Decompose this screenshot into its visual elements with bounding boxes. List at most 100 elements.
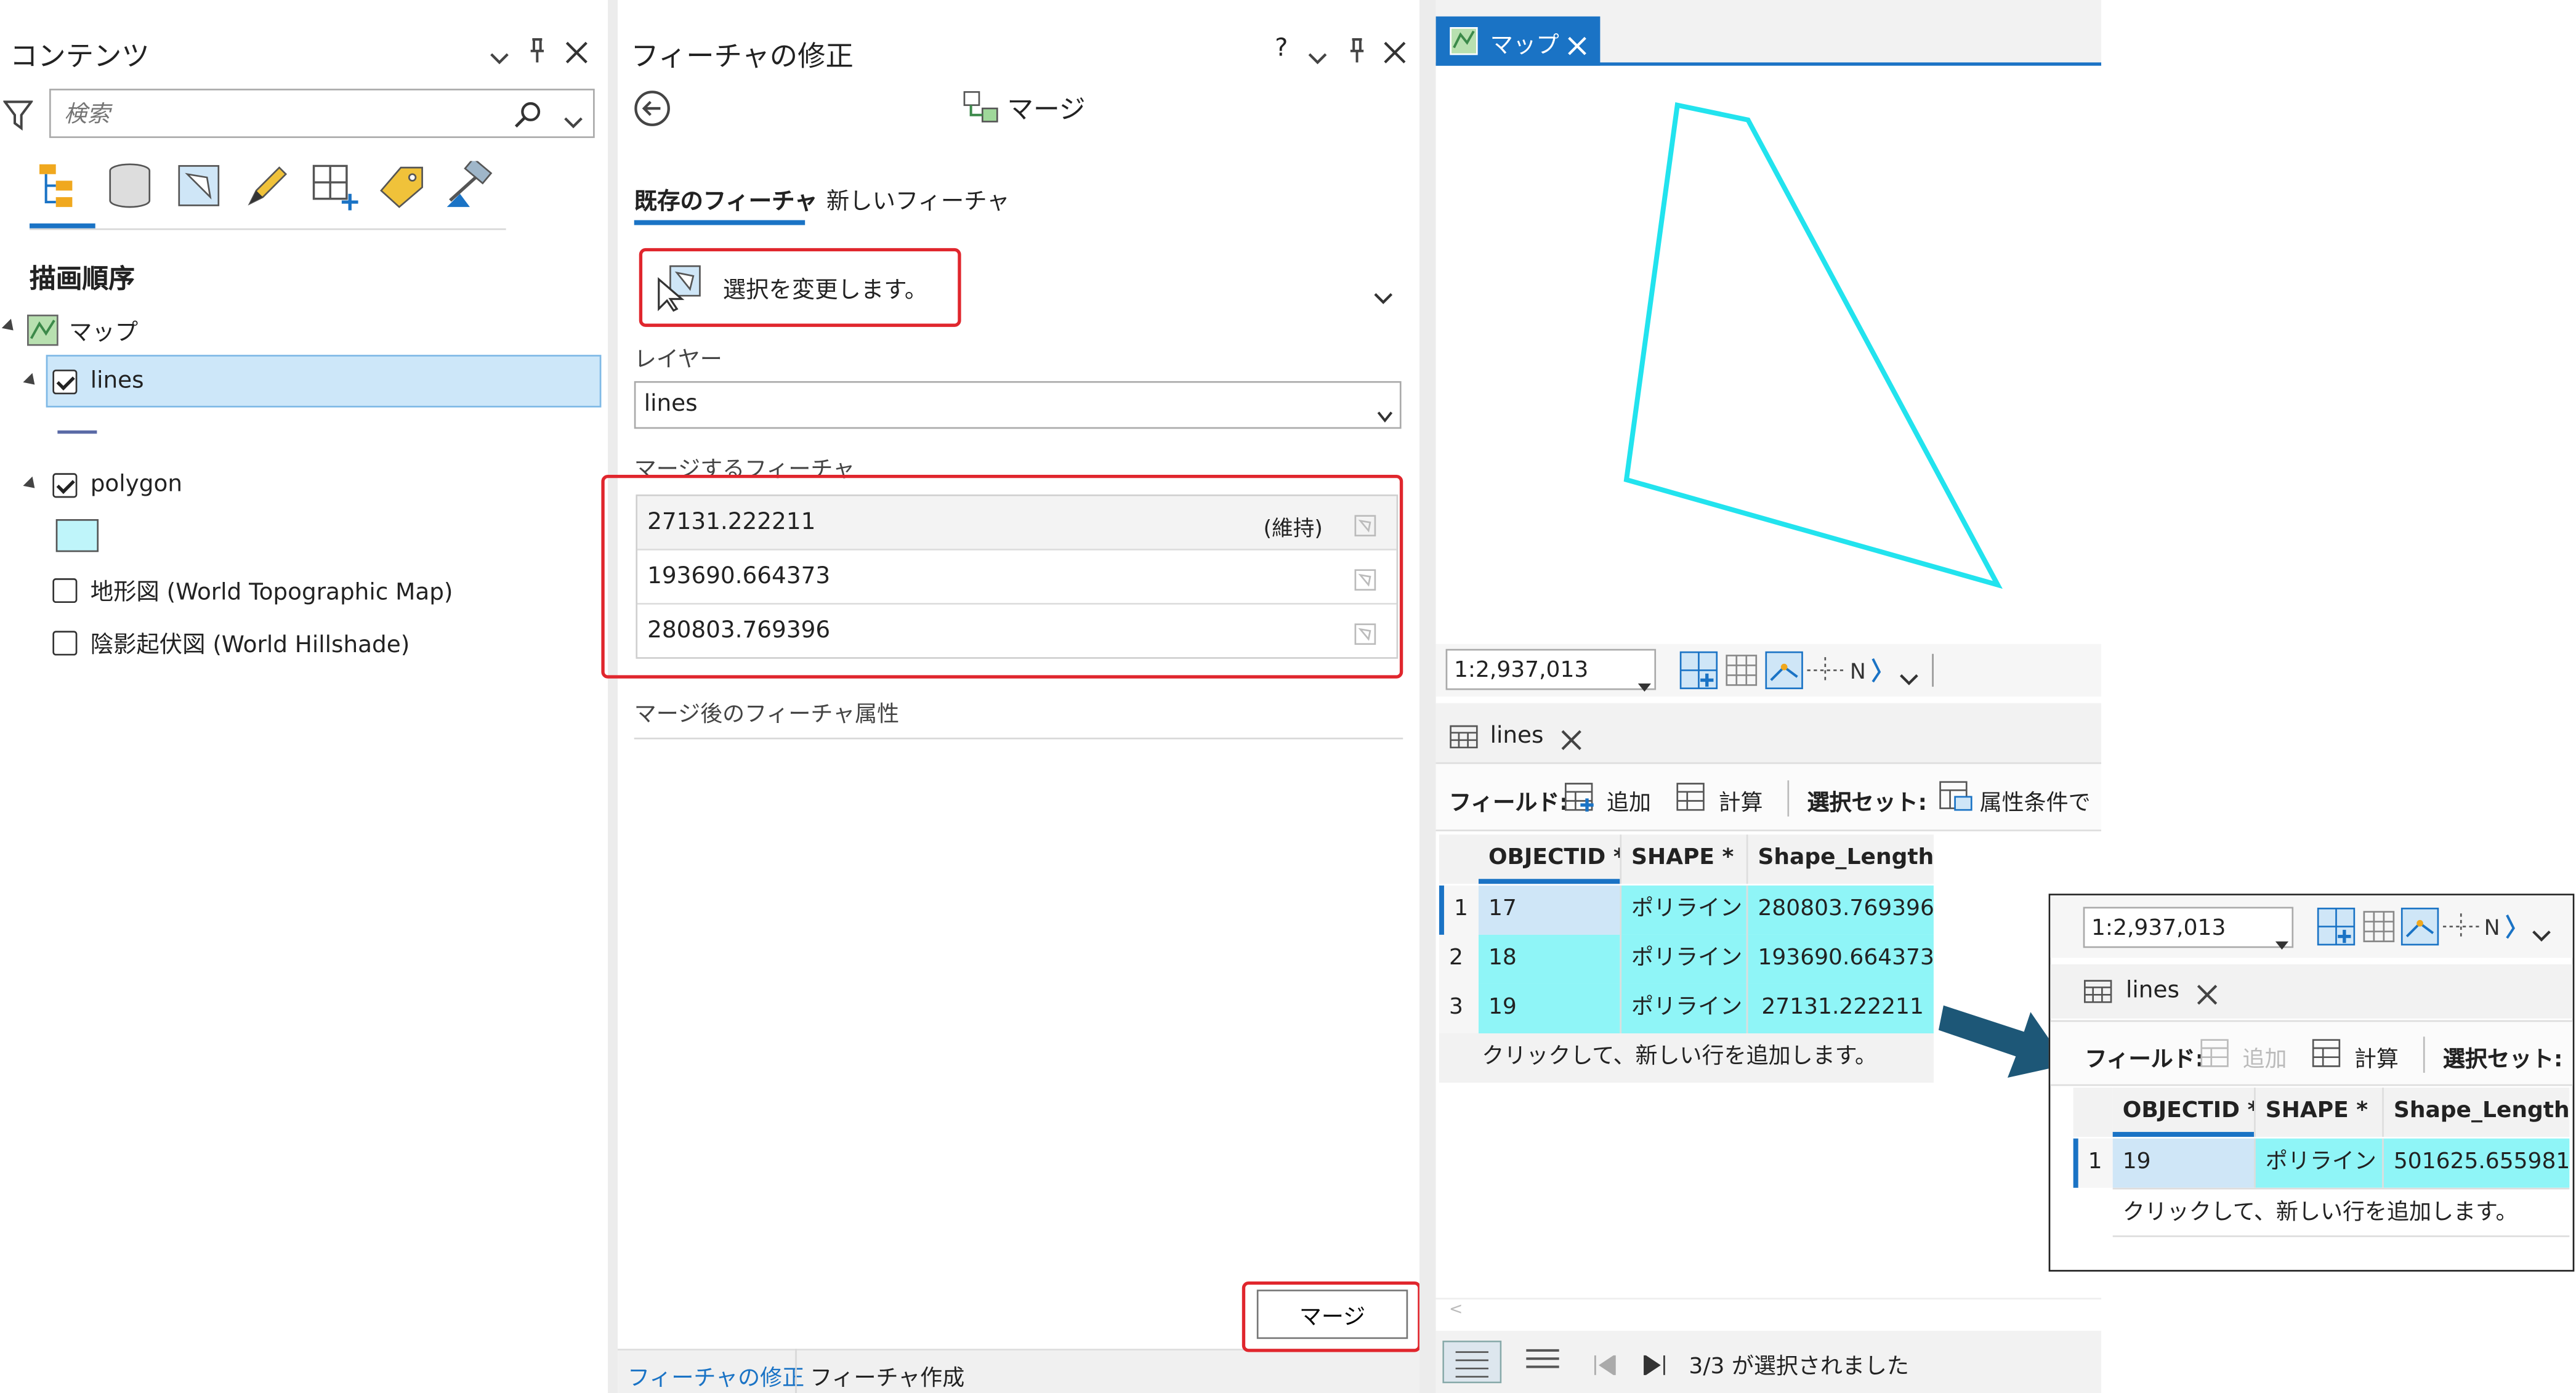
grid-icon[interactable] [1679,650,1718,696]
calculate-icon[interactable] [1676,782,1708,820]
snap-icon[interactable] [2400,907,2440,953]
table-scrollbar[interactable]: < [1435,1298,2102,1328]
column-header-shape[interactable]: SHAPE * [1620,834,1746,884]
chevron-down-icon[interactable] [1373,283,1393,314]
layer-checkbox-lines[interactable] [52,369,78,395]
cursor-crosshair-icon[interactable] [1807,654,1844,693]
scale-dropdown[interactable]: 1:2,937,013 [1445,648,1657,692]
table-cell[interactable]: ポリライン Z [1620,885,1746,935]
first-record-icon[interactable] [1594,1351,1617,1382]
table-cell[interactable]: 19 [1478,983,1620,1034]
row-number[interactable]: 1 [2073,1138,2113,1188]
table-cell[interactable]: 501625.655981 [2382,1138,2570,1188]
row-header-corner[interactable] [2073,1088,2113,1137]
north-arrow-icon[interactable]: N [1850,652,1886,695]
calculate-icon[interactable] [2311,1038,2344,1076]
expand-arrow-icon[interactable] [23,373,39,390]
chevron-down-icon[interactable] [1899,664,1919,695]
last-record-icon[interactable] [1643,1351,1666,1382]
pane-splitter[interactable] [1419,0,1436,1393]
map-item-label[interactable]: マップ [69,315,138,348]
selected-view-icon[interactable] [1525,1347,1561,1380]
table-cell[interactable]: 18 [1478,934,1620,984]
close-icon[interactable] [1567,31,1587,63]
column-header-objectid[interactable]: OBJECTID * [1478,834,1620,884]
pin-icon[interactable] [527,38,547,70]
draw-order-icon[interactable] [36,161,89,217]
pin-icon[interactable] [1347,38,1367,70]
add-field-icon[interactable] [2200,1038,2232,1076]
row-header-corner[interactable] [1439,834,1479,884]
close-icon[interactable] [1383,39,1406,71]
pane-splitter[interactable] [608,0,618,1393]
add-field-icon[interactable] [1564,782,1597,820]
chevron-down-icon[interactable] [1377,399,1394,430]
scale-dropdown[interactable]: 1:2,937,013 [2083,906,2294,950]
satellite-icon[interactable] [443,157,496,217]
calculate-button[interactable]: 計算 [1718,784,1762,817]
table-cell[interactable]: ポリライン Z [2254,1138,2383,1188]
help-button[interactable]: ? [1275,33,1288,62]
label-tag-icon[interactable] [376,161,429,217]
map-canvas[interactable] [1435,69,2102,644]
result-tab-label[interactable]: lines [2126,977,2179,1004]
expand-arrow-icon[interactable] [1,318,18,336]
table-cell[interactable]: ポリライン Z [1620,983,1746,1034]
layer-dropdown[interactable]: lines [634,381,1402,429]
tab-create-features[interactable]: フィーチャ作成 [810,1359,964,1392]
map-tab[interactable]: マップ [1435,16,1601,66]
close-icon[interactable] [1561,726,1582,757]
column-header-shape-length[interactable]: Shape_Length [2382,1088,2570,1137]
layer-checkbox-polygon[interactable] [52,473,78,498]
snap-icon[interactable] [1764,650,1804,696]
scroll-left-icon[interactable]: < [1449,1301,1463,1319]
dropdown-arrow-icon[interactable] [2275,925,2289,956]
chevron-down-icon[interactable] [2532,920,2551,951]
table-view-icon[interactable] [1442,1340,1502,1390]
layer-checkbox-topographic[interactable] [52,578,78,604]
back-arrow-icon[interactable] [632,89,672,135]
table-cell[interactable]: 280803.769396 [1746,885,1934,935]
add-field-button[interactable]: 追加 [1607,784,1651,817]
tab-modify-features[interactable]: フィーチャの修正 [628,1359,804,1392]
select-by-attribute-icon[interactable] [1939,780,1975,820]
search-box[interactable] [49,89,595,139]
row-number[interactable]: 1 [1439,885,1479,935]
column-header-shape[interactable]: SHAPE * [2254,1088,2383,1137]
table-grid-icon[interactable] [1725,654,1758,693]
pencil-icon[interactable] [243,161,293,217]
filter-icon[interactable] [2,99,34,138]
calculate-button[interactable]: 計算 [2354,1040,2399,1073]
search-icon[interactable] [514,100,544,137]
table-cell[interactable]: 193690.664373 [1746,934,1934,984]
close-icon[interactable] [2197,981,2218,1012]
table-cell[interactable]: 27131.222211 [1746,983,1934,1034]
search-input[interactable] [60,97,495,134]
table-tab[interactable]: lines [1435,709,1601,762]
chevron-down-icon[interactable] [563,107,583,138]
layer-checkbox-hillshade[interactable] [52,631,78,656]
snapping-icon[interactable] [309,161,361,217]
chevron-down-icon[interactable] [1308,42,1328,74]
table-cell[interactable]: 19 [2112,1138,2255,1188]
tab-existing-features[interactable]: 既存のフィーチャ [634,184,818,217]
expand-arrow-icon[interactable] [23,476,39,493]
tab-new-features[interactable]: 新しいフィーチャ [826,184,1010,217]
data-source-icon[interactable] [174,161,224,217]
add-field-button[interactable]: 追加 [2242,1040,2287,1073]
close-icon[interactable] [565,39,588,71]
attribute-condition-button[interactable]: 属性条件で [1980,784,2091,817]
table-grid-icon[interactable] [2362,910,2395,950]
add-row-prompt[interactable]: クリックして、新しい行を追加します。 [1439,1033,1934,1083]
table-cell[interactable]: 17 [1478,885,1620,935]
column-header-shape-length[interactable]: Shape_Length [1746,834,1934,884]
database-icon[interactable] [105,161,155,217]
row-number[interactable]: 3 [1439,983,1479,1034]
column-header-objectid[interactable]: OBJECTID * [2112,1088,2255,1137]
cursor-crosshair-icon[interactable] [2442,910,2479,950]
grid-icon[interactable] [2316,907,2356,953]
add-row-prompt[interactable]: クリックして、新しい行を追加します。 [2112,1187,2570,1237]
north-arrow-icon[interactable]: N [2484,908,2521,951]
table-cell[interactable]: ポリライン Z [1620,934,1746,984]
row-number[interactable]: 2 [1439,934,1479,984]
